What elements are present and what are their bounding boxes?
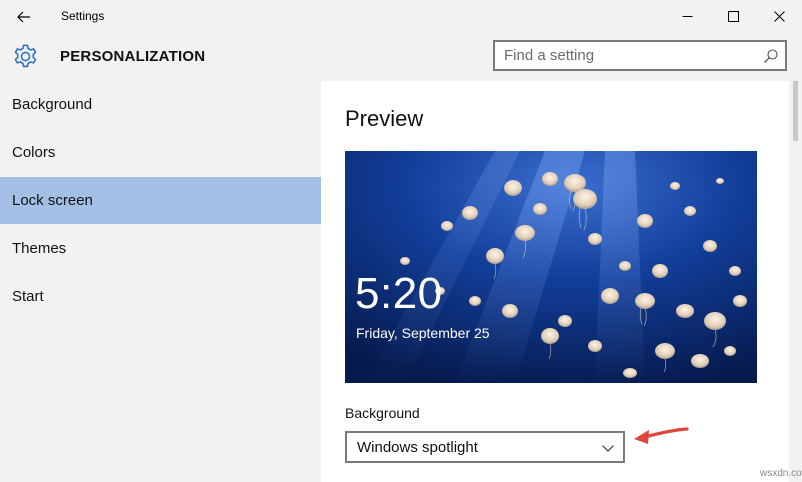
sidebar-item-label: Start bbox=[12, 288, 44, 305]
chevron-down-icon bbox=[602, 445, 614, 452]
lock-screen-clock: 5:20 bbox=[355, 269, 443, 318]
close-icon bbox=[773, 11, 785, 22]
search-icon bbox=[764, 49, 778, 63]
watermark: wsxdn.com bbox=[760, 468, 802, 479]
jellyfish-wallpaper bbox=[345, 151, 757, 383]
sidebar-item-start[interactable]: Start bbox=[0, 273, 321, 320]
maximize-button[interactable] bbox=[710, 0, 756, 33]
lock-screen-preview: 5:20 Friday, September 25 bbox=[345, 151, 757, 383]
red-arrow-annotation bbox=[634, 427, 689, 444]
sidebar-item-colors[interactable]: Colors bbox=[0, 129, 321, 176]
search-box[interactable] bbox=[493, 40, 787, 71]
sidebar-item-label: Themes bbox=[12, 240, 67, 257]
background-dropdown-value: Windows spotlight bbox=[357, 438, 478, 456]
sidebar-item-label: Colors bbox=[12, 144, 56, 161]
section-title: PERSONALIZATION bbox=[60, 48, 206, 65]
title-bar: Settings bbox=[0, 0, 802, 33]
content-scrollbar[interactable] bbox=[789, 81, 802, 482]
sidebar-nav: Background Colors Lock screen Themes Sta… bbox=[0, 81, 321, 482]
sidebar-item-lock-screen[interactable]: Lock screen bbox=[0, 177, 321, 224]
main-content: Preview 5:20 Friday, September 25 Backgr… bbox=[321, 81, 789, 482]
back-arrow-icon bbox=[17, 11, 30, 22]
search-input[interactable] bbox=[495, 42, 753, 69]
scrollbar-thumb[interactable] bbox=[793, 81, 798, 141]
back-button[interactable] bbox=[0, 0, 48, 33]
page-header: PERSONALIZATION bbox=[0, 33, 802, 81]
close-button[interactable] bbox=[756, 0, 802, 33]
page-title: Preview bbox=[345, 106, 424, 131]
background-label: Background bbox=[345, 405, 420, 421]
settings-window: Settings PERSONALIZATION Find a setting … bbox=[0, 0, 802, 482]
maximize-icon bbox=[727, 11, 739, 22]
sidebar-item-background[interactable]: Background bbox=[0, 81, 321, 128]
gear-icon bbox=[14, 44, 37, 68]
background-dropdown[interactable]: Windows spotlight bbox=[345, 431, 625, 463]
lock-screen-date: Friday, September 25 bbox=[356, 325, 490, 341]
minimize-button[interactable] bbox=[664, 0, 710, 33]
sidebar-item-label: Lock screen bbox=[12, 192, 93, 209]
sidebar-item-label: Background bbox=[12, 96, 93, 113]
app-title: Settings bbox=[61, 9, 105, 23]
sidebar-item-themes[interactable]: Themes bbox=[0, 225, 321, 272]
minimize-icon bbox=[682, 16, 692, 17]
